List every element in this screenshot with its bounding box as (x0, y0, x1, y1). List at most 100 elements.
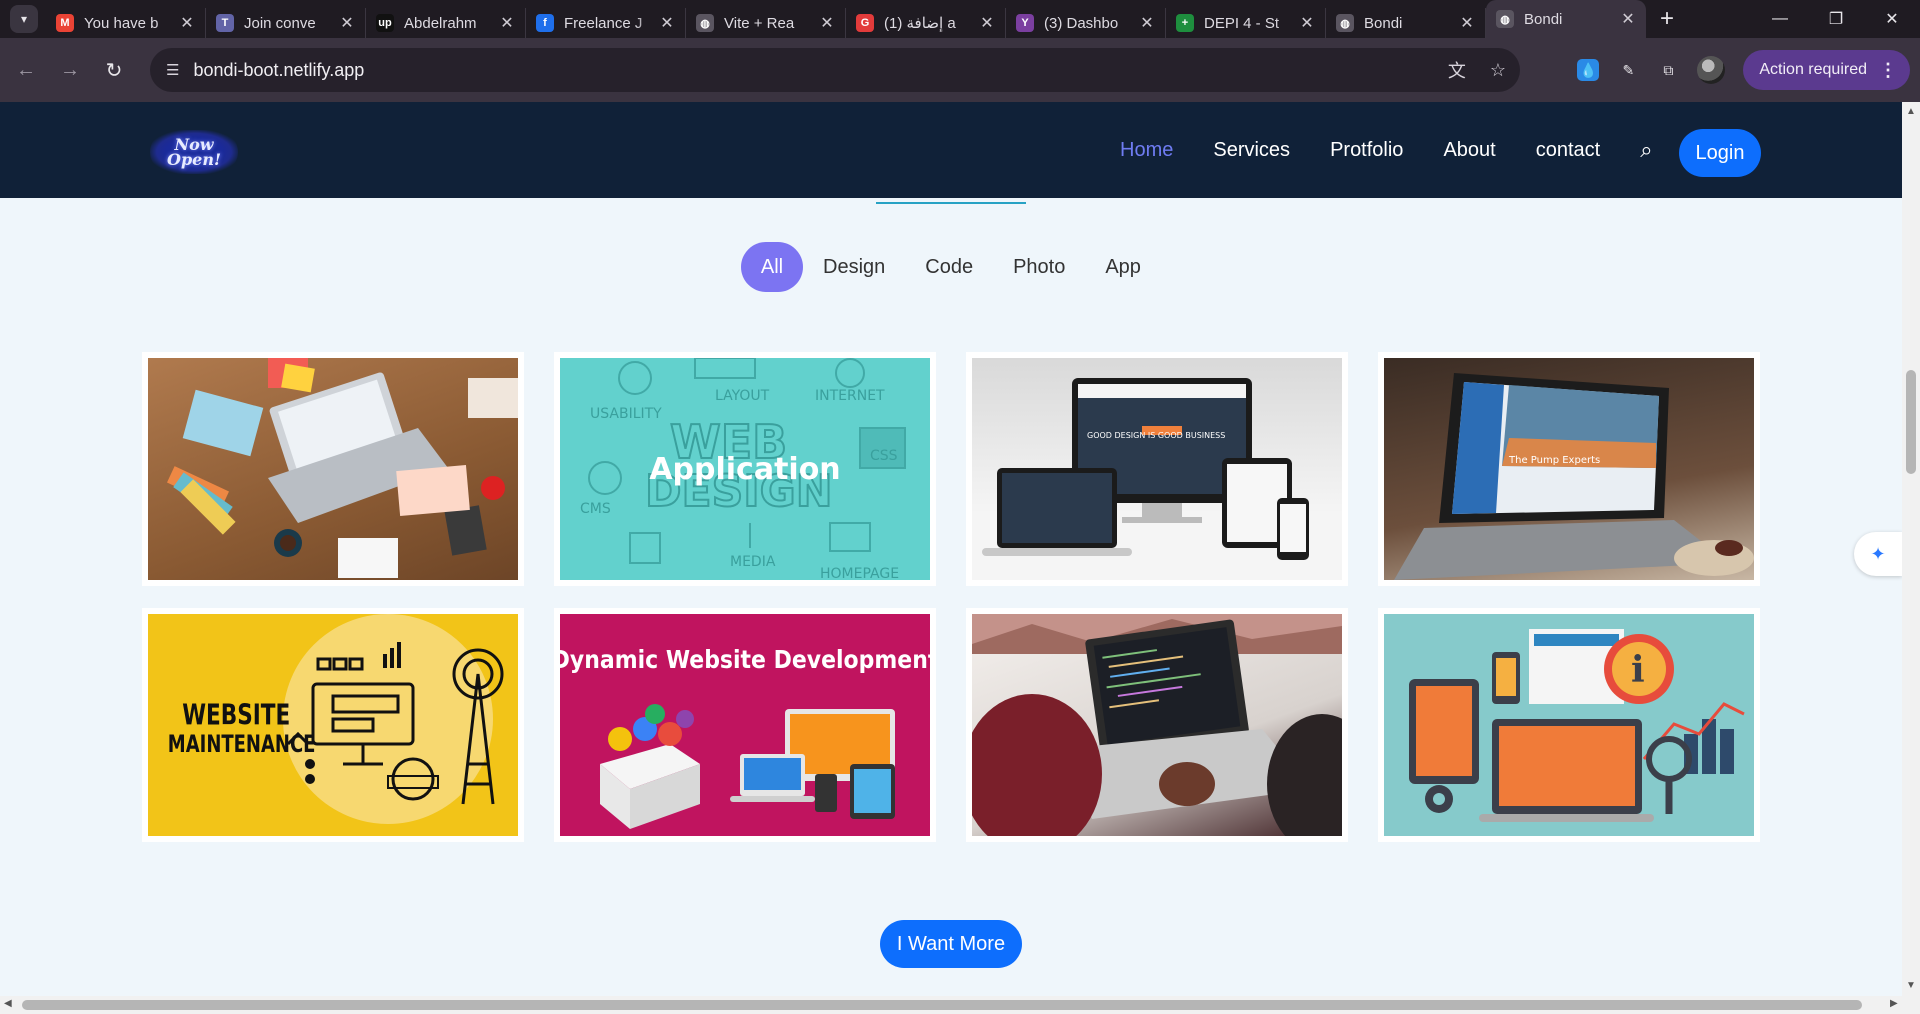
close-window-icon[interactable]: ✕ (1864, 0, 1920, 38)
restore-icon[interactable]: ❐ (1808, 0, 1864, 38)
section-title-underline (876, 202, 1026, 204)
close-tab-icon[interactable]: ✕ (1139, 13, 1155, 33)
portfolio-card-dynamic[interactable]: Dynamic Website Development (554, 608, 936, 842)
browser-tab[interactable]: Y (3) Dashbo ✕ (1006, 8, 1166, 38)
upwork-icon: up (376, 14, 394, 32)
vertical-scroll-thumb[interactable] (1906, 370, 1916, 474)
profile-avatar[interactable] (1697, 56, 1726, 84)
close-tab-icon[interactable]: ✕ (179, 13, 195, 33)
tab-list: M You have b ✕ T Join conve ✕ up Abdelrahm ✕ f Fre… (46, 0, 1646, 38)
browser-tab[interactable]: + DEPI 4 - St ✕ (1166, 8, 1326, 38)
close-tab-icon[interactable]: ✕ (819, 13, 835, 33)
browser-tab[interactable]: T Join conve ✕ (206, 8, 366, 38)
tab-title: Join conve (244, 14, 316, 32)
nav-services[interactable]: Services (1213, 139, 1290, 162)
want-more-button[interactable]: I Want More (880, 920, 1022, 968)
nav-contact[interactable]: contact (1536, 139, 1600, 162)
portfolio-card-webdesign[interactable]: USABILITY LAYOUT INTERNET CSS CMS MEDIA … (554, 352, 936, 586)
portfolio-card-infographic[interactable]: i (1378, 608, 1760, 842)
bookmark-star-icon[interactable]: ☆ (1490, 60, 1506, 81)
site-logo[interactable]: Now Open! (150, 130, 238, 174)
yoast-icon: Y (1016, 14, 1034, 32)
browser-tab[interactable]: f Freelance J ✕ (526, 8, 686, 38)
scroll-right-icon[interactable]: ▶ (1890, 998, 1898, 1009)
scroll-left-icon[interactable]: ◀ (4, 998, 12, 1009)
close-tab-icon[interactable]: ✕ (1299, 13, 1315, 33)
portfolio-card-devices[interactable]: GOOD DESIGN IS GOOD BUSINESS (966, 352, 1348, 586)
web-design-image: USABILITY LAYOUT INTERNET CSS CMS MEDIA … (560, 358, 930, 580)
scroll-down-icon[interactable]: ▼ (1906, 980, 1916, 991)
globe-icon: ◍ (1336, 14, 1354, 32)
site-info-icon[interactable]: ☰ (166, 61, 179, 79)
extension-drop-icon[interactable]: 💧 (1577, 59, 1600, 81)
action-required-label: Action required (1759, 61, 1867, 78)
dynamic-website-image: Dynamic Website Development (560, 614, 930, 836)
back-icon[interactable]: ← (8, 52, 44, 88)
pump-experts-laptop-image: The Pump Experts (1384, 358, 1754, 580)
maintenance-heading-line-1: WEBSITE (182, 698, 290, 732)
horizontal-scrollbar[interactable]: ◀ ▶ (0, 996, 1920, 1014)
portfolio-card-coding[interactable] (966, 608, 1348, 842)
action-required-button[interactable]: Action required ⋮ (1743, 50, 1910, 90)
filter-design[interactable]: Design (823, 256, 885, 279)
nav-about[interactable]: About (1443, 139, 1495, 162)
close-tab-icon[interactable]: ✕ (499, 13, 515, 33)
browser-tab[interactable]: up Abdelrahm ✕ (366, 8, 526, 38)
portfolio-card-desk[interactable] (142, 352, 524, 586)
browser-tab[interactable]: M You have b ✕ (46, 8, 206, 38)
nav-home[interactable]: Home (1120, 139, 1173, 162)
horizontal-scroll-thumb[interactable] (22, 1000, 1862, 1010)
tab-title: Vite + Rea (724, 14, 795, 32)
eyedropper-icon[interactable]: ✎ (1617, 59, 1639, 81)
translate-icon[interactable]: 文 (1448, 57, 1466, 83)
tab-search-button[interactable]: ▾ (10, 5, 38, 33)
teams-icon: T (216, 14, 234, 32)
svg-text:i: i (1631, 649, 1645, 691)
close-tab-icon[interactable]: ✕ (659, 13, 675, 33)
filter-all[interactable]: All (741, 242, 803, 292)
browser-tab[interactable]: G (1) إضافة a ✕ (846, 8, 1006, 38)
logo-line-2: Open! (167, 150, 221, 169)
close-tab-icon[interactable]: ✕ (339, 13, 355, 33)
vertical-scrollbar[interactable]: ▲ ▼ (1902, 102, 1920, 996)
browser-tab[interactable]: ◍ Vite + Rea ✕ (686, 8, 846, 38)
tab-title: DEPI 4 - St (1204, 14, 1280, 32)
portfolio-card-maintenance[interactable]: WEBSITE MAINTENANCE (142, 608, 524, 842)
globe-icon: ◍ (1496, 10, 1514, 28)
new-tab-button[interactable]: + (1660, 5, 1674, 33)
infographic-image: i (1384, 614, 1754, 836)
minimize-icon[interactable]: — (1752, 0, 1808, 38)
forward-icon[interactable]: → (52, 52, 88, 88)
reload-icon[interactable]: ↻ (96, 52, 132, 88)
coding-laptop-image (972, 614, 1342, 836)
url-text[interactable]: bondi-boot.netlify.app (193, 60, 364, 81)
nav-portfolio[interactable]: Protfolio (1330, 139, 1403, 162)
window-controls: — ❐ ✕ (1752, 0, 1920, 38)
portfolio-filters: All Design Code Photo App (741, 242, 1181, 292)
page-viewport: Now Open! Home Services Protfolio About … (0, 102, 1902, 996)
close-tab-icon[interactable]: ✕ (1459, 13, 1475, 33)
search-icon[interactable]: ⌕ (1640, 137, 1652, 163)
maintenance-heading-line-2: MAINTENANCE (168, 731, 316, 759)
filter-app[interactable]: App (1105, 256, 1141, 279)
assistant-sparkle-icon[interactable]: ✦ (1854, 532, 1902, 576)
scroll-up-icon[interactable]: ▲ (1906, 106, 1916, 117)
close-tab-icon[interactable]: ✕ (979, 13, 995, 33)
filter-photo[interactable]: Photo (1013, 256, 1065, 279)
dynamic-heading: Dynamic Website Development (560, 645, 930, 675)
extensions-puzzle-icon[interactable]: ⧉ (1657, 59, 1679, 81)
address-bar[interactable]: ☰ bondi-boot.netlify.app 文 ☆ (150, 48, 1520, 92)
globe-icon: ◍ (696, 14, 714, 32)
login-button[interactable]: Login (1679, 129, 1761, 177)
freelance-icon: f (536, 14, 554, 32)
application-overlay-label: Application (649, 451, 841, 487)
close-tab-icon[interactable]: ✕ (1620, 9, 1636, 29)
tab-title: (3) Dashbo (1044, 14, 1119, 32)
tab-title: Bondi (1524, 10, 1563, 28)
filter-code[interactable]: Code (925, 256, 973, 279)
portfolio-card-pump[interactable]: The Pump Experts (1378, 352, 1760, 586)
app-icon: G (856, 14, 874, 32)
browser-tab[interactable]: ◍ Bondi ✕ (1326, 8, 1486, 38)
browser-tabstrip: ▾ M You have b ✕ T Join conve ✕ up Abdelrahm ✕ f F… (0, 0, 1920, 38)
browser-tab[interactable]: ◍ Bondi ✕ (1486, 0, 1646, 38)
